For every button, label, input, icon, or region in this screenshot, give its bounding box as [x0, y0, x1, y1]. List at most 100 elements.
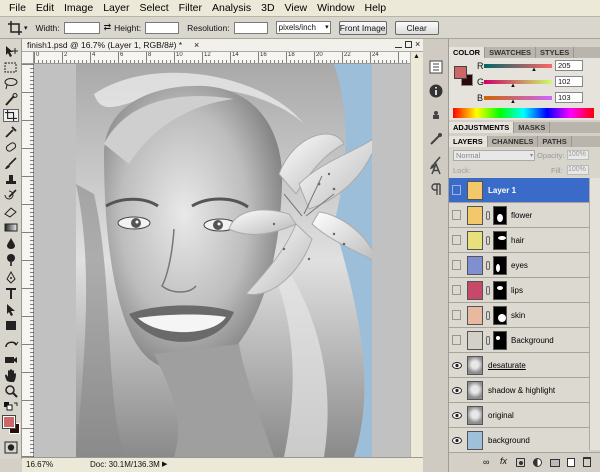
layer-row-lips[interactable]: lips	[449, 278, 589, 303]
mask-link-icon[interactable]	[486, 236, 490, 245]
blend-mode-select[interactable]: Normal ▾	[453, 150, 535, 161]
blur-tool-icon[interactable]	[3, 237, 19, 250]
menu-edit[interactable]: Edit	[31, 2, 59, 14]
layer-row-eyes[interactable]: eyes	[449, 253, 589, 278]
vertical-ruler[interactable]	[22, 64, 34, 457]
shape-tool-icon[interactable]	[3, 319, 19, 332]
mask-link-icon[interactable]	[486, 261, 490, 270]
blue-slider-thumb-icon[interactable]: ▲	[510, 99, 516, 105]
tab-masks[interactable]: MASKS	[514, 122, 551, 133]
3d-camera-tool-icon[interactable]	[3, 353, 19, 366]
gradient-tool-icon[interactable]	[3, 221, 19, 234]
foreground-color-swatch[interactable]	[2, 415, 16, 429]
layer-row-skin[interactable]: skin	[449, 303, 589, 328]
menu-view[interactable]: View	[280, 2, 313, 14]
canvas-area[interactable]	[34, 64, 410, 457]
pen-tool-icon[interactable]	[3, 271, 19, 284]
menu-analysis[interactable]: Analysis	[207, 2, 256, 14]
visibility-toggle[interactable]	[452, 210, 461, 220]
add-mask-icon[interactable]	[516, 458, 525, 467]
brush-tool-icon[interactable]	[3, 157, 19, 170]
quick-mask-icon[interactable]	[3, 441, 19, 454]
red-slider[interactable]	[484, 64, 552, 68]
paragraph-panel-icon[interactable]	[428, 181, 444, 197]
clear-button[interactable]: Clear	[394, 20, 439, 35]
layer-style-fx-icon[interactable]: fx	[500, 456, 507, 466]
document-tab[interactable]: finish1.psd @ 16.7% (Layer 1, RGB/8#) * …	[22, 39, 423, 52]
layer-row-layer-1[interactable]: Layer 1	[449, 178, 589, 203]
layer-row-original[interactable]: original	[449, 403, 589, 428]
layer-mask-thumbnail[interactable]	[493, 306, 507, 325]
tab-color[interactable]: COLOR	[449, 47, 486, 58]
window-minimize-icon[interactable]	[395, 41, 402, 48]
status-menu-arrow-icon[interactable]: ▶	[162, 458, 167, 472]
quick-selection-tool-icon[interactable]	[3, 93, 19, 106]
zoom-tool-icon[interactable]	[3, 385, 19, 398]
crop-tool-icon[interactable]	[8, 20, 22, 35]
visibility-eye-icon[interactable]	[452, 411, 462, 420]
new-group-folder-icon[interactable]	[550, 459, 560, 467]
menu-window[interactable]: Window	[312, 2, 359, 14]
move-tool-icon[interactable]	[3, 45, 19, 58]
green-value[interactable]: 102	[555, 76, 583, 87]
red-value[interactable]: 205	[555, 60, 583, 71]
layer-mask-thumbnail[interactable]	[493, 256, 507, 275]
green-slider[interactable]	[484, 80, 552, 84]
marquee-tool-icon[interactable]	[3, 61, 19, 74]
layer-row-desaturate[interactable]: desaturate	[449, 353, 589, 378]
mask-link-icon[interactable]	[486, 211, 490, 220]
history-panel-icon[interactable]	[428, 59, 444, 75]
layer-mask-thumbnail[interactable]	[493, 331, 507, 350]
type-tool-icon[interactable]	[3, 287, 19, 300]
layer-mask-thumbnail[interactable]	[493, 281, 507, 300]
resolution-unit-select[interactable]: pixels/inch ▾	[275, 21, 331, 34]
eraser-tool-icon[interactable]	[3, 205, 19, 218]
layer-row-shadow-highlight[interactable]: shadow & highlight	[449, 378, 589, 403]
layer-row-background[interactable]: Background	[449, 328, 589, 353]
visibility-toggle[interactable]	[452, 285, 461, 295]
lasso-tool-icon[interactable]	[3, 77, 19, 90]
clone-source-panel-icon[interactable]	[428, 109, 444, 125]
resolution-field[interactable]	[233, 21, 268, 34]
close-icon[interactable]: ×	[194, 39, 199, 51]
visibility-toggle[interactable]	[452, 260, 461, 270]
width-field[interactable]	[63, 21, 100, 34]
ruler-origin[interactable]	[22, 52, 34, 64]
default-colors-icon[interactable]	[3, 401, 19, 414]
3d-rotate-tool-icon[interactable]	[3, 337, 19, 350]
menu-layer[interactable]: Layer	[98, 2, 134, 14]
color-fg-swatch[interactable]	[454, 66, 467, 79]
menu-3d[interactable]: 3D	[256, 2, 279, 14]
visibility-toggle[interactable]	[452, 235, 461, 245]
mask-link-icon[interactable]	[486, 336, 490, 345]
vertical-scrollbar[interactable]: ▲	[410, 52, 423, 457]
healing-brush-tool-icon[interactable]	[3, 141, 19, 154]
red-slider-thumb-icon[interactable]: ▲	[531, 67, 537, 73]
clone-stamp-tool-icon[interactable]	[3, 173, 19, 186]
delete-layer-trash-icon[interactable]	[583, 457, 591, 467]
menu-filter[interactable]: Filter	[174, 2, 207, 14]
crop-tool-active-icon[interactable]	[3, 109, 19, 122]
character-panel-icon[interactable]	[428, 161, 444, 177]
tab-paths[interactable]: PATHS	[538, 136, 572, 147]
scroll-up-arrow-icon[interactable]: ▲	[413, 53, 420, 60]
visibility-eye-icon[interactable]	[452, 436, 462, 445]
tab-styles[interactable]: STYLES	[536, 47, 575, 58]
tab-channels[interactable]: CHANNELS	[488, 136, 539, 147]
fill-value[interactable]: 100%	[567, 165, 589, 175]
blue-value[interactable]: 103	[555, 92, 583, 103]
green-slider-thumb-icon[interactable]: ▲	[510, 83, 516, 89]
height-field[interactable]	[145, 21, 180, 34]
layer-row-background[interactable]: background	[449, 428, 589, 453]
blue-slider[interactable]	[484, 96, 552, 100]
tab-adjustments[interactable]: ADJUSTMENTS	[449, 122, 515, 133]
info-panel-icon[interactable]	[428, 83, 444, 99]
link-layers-icon[interactable]: ∞	[483, 457, 489, 467]
menu-select[interactable]: Select	[134, 2, 173, 14]
mask-link-icon[interactable]	[486, 286, 490, 295]
layer-row-hair[interactable]: hair	[449, 228, 589, 253]
history-brush-tool-icon[interactable]	[3, 189, 19, 202]
tool-presets-panel-icon[interactable]	[428, 131, 444, 147]
layer-mask-thumbnail[interactable]	[493, 206, 507, 225]
visibility-eye-icon[interactable]	[452, 386, 462, 395]
